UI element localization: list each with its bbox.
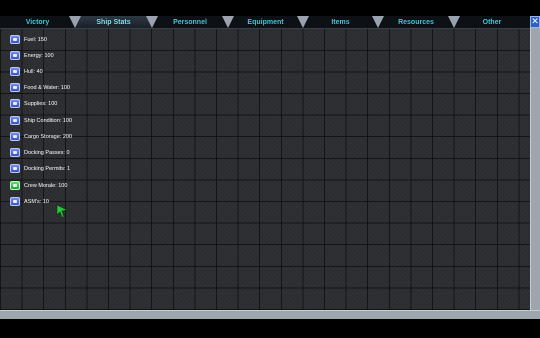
stat-supplies: Supplies: 100	[10, 98, 57, 109]
tab-items[interactable]: Items	[303, 16, 384, 28]
tab-divider	[297, 16, 309, 28]
tab-label: Resources	[398, 18, 434, 26]
stat-asms: ASM's: 10	[10, 196, 49, 207]
stat-label: Energy: 100	[24, 52, 54, 59]
stat-label: Ship Condition: 100	[24, 117, 73, 124]
stat-energy: Energy: 100	[10, 50, 54, 61]
tab-divider	[372, 16, 384, 28]
stat-fuel: Fuel: 150	[10, 34, 47, 45]
stat-label: Supplies: 100	[24, 100, 58, 107]
close-x-icon: ✕	[531, 16, 539, 26]
stat-ship-condition: Ship Condition: 100	[10, 115, 72, 126]
tab-ship-stats[interactable]: Ship Stats	[75, 16, 158, 28]
fuel-icon	[10, 35, 20, 44]
docking-pass-icon	[10, 148, 20, 157]
tab-label: Equipment	[247, 18, 284, 26]
food-water-icon	[10, 83, 20, 92]
stat-label: Crew Morale: 100	[24, 182, 68, 189]
tab-divider	[222, 16, 234, 28]
ship-condition-icon	[10, 116, 20, 125]
mouse-cursor-icon	[56, 204, 68, 218]
stat-label: Food & Water: 100	[24, 84, 70, 91]
horizontal-scrollbar[interactable]	[0, 310, 540, 319]
vertical-scrollbar[interactable]	[530, 28, 540, 310]
close-button[interactable]: ✕	[530, 16, 540, 28]
stat-label: Docking Permits: 1	[24, 165, 71, 172]
tab-divider	[69, 16, 81, 28]
tab-label: Ship Stats	[96, 18, 131, 26]
tab-resources[interactable]: Resources	[378, 16, 460, 28]
stat-label: ASM's: 10	[24, 198, 49, 205]
stat-food-water: Food & Water: 100	[10, 82, 70, 93]
tab-victory[interactable]: Victory	[0, 16, 81, 28]
tab-personnel[interactable]: Personnel	[152, 16, 234, 28]
stat-label: Docking Passes: 0	[24, 149, 70, 156]
tab-label: Items	[331, 18, 350, 26]
tab-bar: Victory Ship Stats Personnel Equipment I…	[0, 16, 530, 29]
stat-label: Fuel: 150	[24, 36, 47, 43]
tab-equipment[interactable]: Equipment	[228, 16, 309, 28]
ship-stats-panel: Fuel: 150 Energy: 100 Hull: 40 Food & Wa…	[0, 29, 530, 310]
tab-divider	[448, 16, 460, 28]
stat-hull: Hull: 40	[10, 66, 43, 77]
docking-permit-icon	[10, 164, 20, 173]
tab-other[interactable]: Other	[454, 16, 530, 28]
stat-docking-passes: Docking Passes: 0	[10, 147, 70, 158]
tab-divider	[146, 16, 158, 28]
tab-label: Victory	[25, 18, 50, 26]
stat-cargo-storage: Cargo Storage: 200	[10, 131, 72, 142]
tab-label: Personnel	[173, 18, 207, 26]
hull-icon	[10, 67, 20, 76]
tab-label: Other	[482, 18, 502, 26]
stat-crew-morale: Crew Morale: 100	[10, 180, 67, 191]
stat-docking-permits: Docking Permits: 1	[10, 163, 70, 174]
energy-icon	[10, 51, 20, 60]
asm-icon	[10, 197, 20, 206]
crew-morale-icon	[10, 181, 20, 190]
stat-label: Cargo Storage: 200	[24, 133, 73, 140]
cargo-storage-icon	[10, 132, 20, 141]
stat-label: Hull: 40	[24, 68, 43, 75]
supplies-icon	[10, 99, 20, 108]
